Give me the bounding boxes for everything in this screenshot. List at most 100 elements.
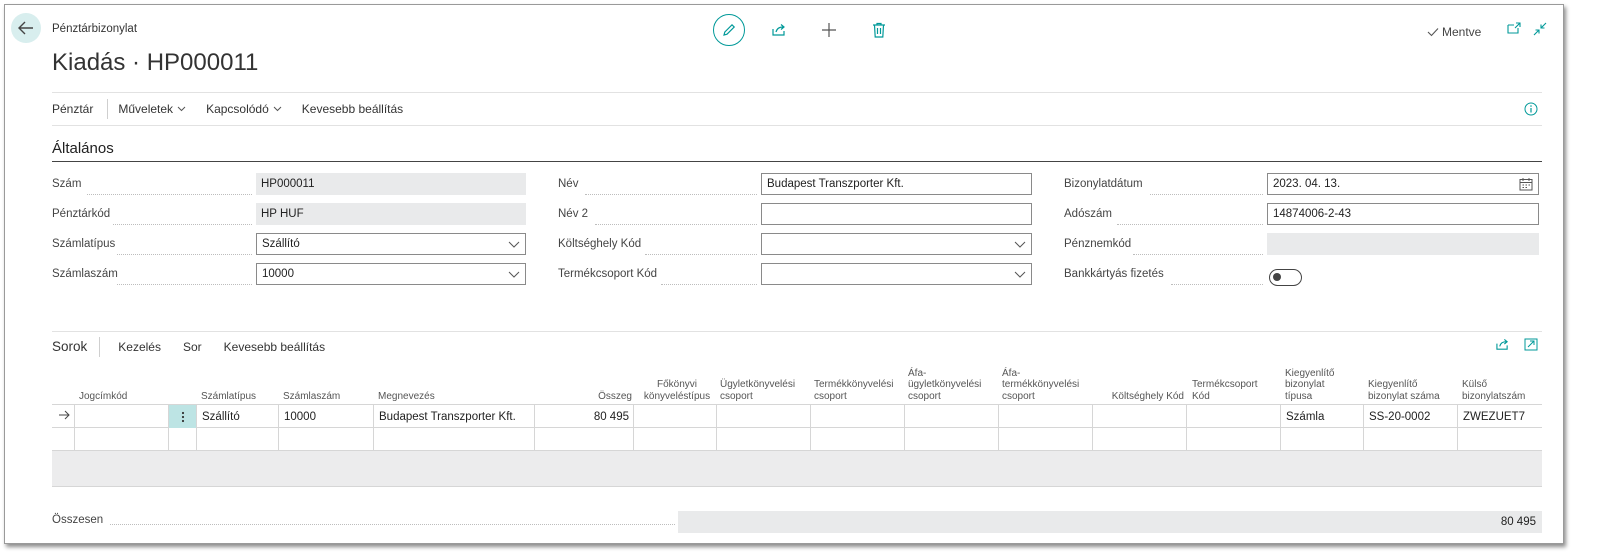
total-label: Összesen (52, 514, 104, 526)
saved-status: Mentve (1427, 25, 1481, 39)
breadcrumb: Pénztárbizonylat (52, 23, 138, 35)
chevron-down-icon (508, 241, 520, 248)
cell-koltseghely[interactable] (1092, 405, 1186, 428)
more-vertical-icon (181, 411, 184, 422)
plus-icon (822, 23, 836, 37)
menu-fewer-options-label: Kevesebb beállítás (301, 102, 404, 116)
empty-cell[interactable] (196, 428, 278, 451)
page-title: Kiadás · HP000011 (52, 49, 259, 76)
cell-afa-termek[interactable] (998, 405, 1092, 428)
cell-szamlaszam[interactable]: 10000 (278, 405, 373, 428)
col-header-megnevezes[interactable]: Megnevezés (378, 391, 435, 403)
share-button[interactable] (763, 14, 795, 46)
cell-ugylet[interactable] (716, 405, 810, 428)
empty-cell[interactable] (716, 428, 810, 451)
col-header-kiegy-szam[interactable]: Kiegyenlítő bizonylat száma (1368, 379, 1440, 402)
bizonylatdatum-field[interactable]: 2023. 04. 13. (1267, 173, 1539, 195)
label-szamlaszam: Számlaszám (52, 268, 118, 280)
szamlaszam-select[interactable]: 10000 (256, 263, 526, 285)
empty-cell[interactable] (1092, 428, 1186, 451)
lines-action-line[interactable]: Sor (183, 340, 202, 354)
col-header-afa-termek[interactable]: Áfa- termékkönyvelési csoport (1002, 368, 1079, 403)
empty-cell[interactable] (52, 428, 74, 451)
cell-termekcsoport[interactable] (1186, 405, 1280, 428)
col-header-szamlatipus[interactable]: Számlatípus (201, 391, 256, 403)
calendar-icon[interactable] (1519, 177, 1533, 191)
menu-muveletek-label: Műveletek (118, 102, 174, 116)
leader-dots (117, 263, 252, 285)
menu-muveletek[interactable]: Műveletek (118, 102, 186, 116)
table-row-empty[interactable] (52, 428, 1542, 451)
empty-cell[interactable] (1186, 428, 1280, 451)
leader-dots (1117, 203, 1263, 225)
edit-button[interactable] (713, 14, 745, 46)
empty-cell[interactable] (74, 428, 168, 451)
col-header-koltseghely[interactable]: Költséghely Kód (1096, 391, 1184, 403)
pencil-icon (723, 23, 736, 36)
col-header-termek[interactable]: Termékkönyvelési csoport (814, 379, 893, 402)
lines-action-manage[interactable]: Kezelés (118, 340, 161, 354)
lines-icons (1495, 338, 1538, 351)
col-header-kiegy-tipus[interactable]: Kiegyenlítő bizonylat típusa (1285, 368, 1334, 403)
empty-cell[interactable] (633, 428, 716, 451)
info-icon[interactable] (1524, 102, 1538, 116)
expand-icon[interactable] (1524, 338, 1538, 351)
cell-megnevezes[interactable]: Budapest Transzporter Kft. (373, 405, 534, 428)
cell-kiegy-tipus[interactable]: Számla (1280, 405, 1363, 428)
nev-field[interactable]: Budapest Transzporter Kft. (761, 173, 1032, 195)
col-header-ugylet[interactable]: Ügyletkönyvelési csoport (720, 379, 795, 402)
menu-kapcsolodo[interactable]: Kapcsolódó (206, 102, 282, 116)
empty-cell[interactable] (534, 428, 633, 451)
col-header-osszeg[interactable]: Összeg (588, 391, 632, 403)
empty-cell[interactable] (1280, 428, 1363, 451)
row-actions-button[interactable] (168, 405, 196, 428)
leader-dots (113, 203, 252, 225)
arrow-left-icon (18, 21, 33, 35)
label-bankkartya: Bankkártyás fizetés (1064, 268, 1164, 280)
cell-jogcimkod[interactable] (74, 405, 168, 428)
empty-cell[interactable] (278, 428, 373, 451)
collapse-icon[interactable] (1533, 22, 1547, 36)
cell-kulso[interactable]: ZWEZUET7 (1457, 405, 1542, 428)
cell-kiegy-szam[interactable]: SS-20-0002 (1363, 405, 1457, 428)
col-header-kulso[interactable]: Külső bizonylatszám (1462, 379, 1525, 402)
share-icon[interactable] (1495, 338, 1510, 351)
lines-action-fewer-options[interactable]: Kevesebb beállítás (224, 340, 325, 354)
delete-button[interactable] (863, 14, 895, 46)
empty-cell[interactable] (1363, 428, 1457, 451)
bankkartya-toggle[interactable] (1269, 269, 1302, 286)
empty-cell[interactable] (810, 428, 904, 451)
new-button[interactable] (813, 14, 845, 46)
adoszam-field[interactable]: 14874006-2-43 (1267, 203, 1539, 225)
col-header-fokonyvi[interactable]: Főkönyvi könyveléstípus (637, 379, 717, 402)
open-new-window-icon[interactable] (1507, 22, 1521, 34)
cell-fokonyvi[interactable] (633, 405, 716, 428)
empty-cell[interactable] (373, 428, 534, 451)
cell-termek[interactable] (810, 405, 904, 428)
termekcsoport-select[interactable] (761, 263, 1032, 285)
menu-penztar[interactable]: Pénztár (52, 102, 93, 116)
nev2-field[interactable] (761, 203, 1032, 225)
koltseghely-select[interactable] (761, 233, 1032, 255)
szamlatipus-select[interactable]: Szállító (256, 233, 526, 255)
total-value: 80 495 (678, 511, 1542, 533)
leader-dots (595, 203, 757, 225)
empty-cell[interactable] (904, 428, 998, 451)
cell-afa-ugylet[interactable] (904, 405, 998, 428)
empty-cell[interactable] (1457, 428, 1542, 451)
section-title-general: Általános (52, 140, 114, 157)
empty-cell[interactable] (998, 428, 1092, 451)
menu-fewer-options[interactable]: Kevesebb beállítás (302, 102, 403, 116)
table-row[interactable]: Szállító 10000 Budapest Transzporter Kft… (52, 405, 1542, 428)
cell-szamlatipus[interactable]: Szállító (196, 405, 278, 428)
chevron-down-icon (1014, 271, 1026, 278)
grid-empty-area (52, 451, 1542, 487)
back-button[interactable] (11, 13, 41, 43)
col-header-termekcsoport[interactable]: Termékcsoport Kód (1192, 379, 1258, 402)
cell-osszeg[interactable]: 80 495 (534, 405, 633, 428)
leader-dots (110, 524, 675, 525)
col-header-szamlaszam[interactable]: Számlaszám (283, 391, 340, 403)
col-header-afa-ugylet[interactable]: Áfa- ügyletkönyvelési csoport (908, 368, 981, 403)
col-header-jogcimkod[interactable]: Jogcímkód (79, 391, 127, 403)
empty-cell[interactable] (168, 428, 196, 451)
